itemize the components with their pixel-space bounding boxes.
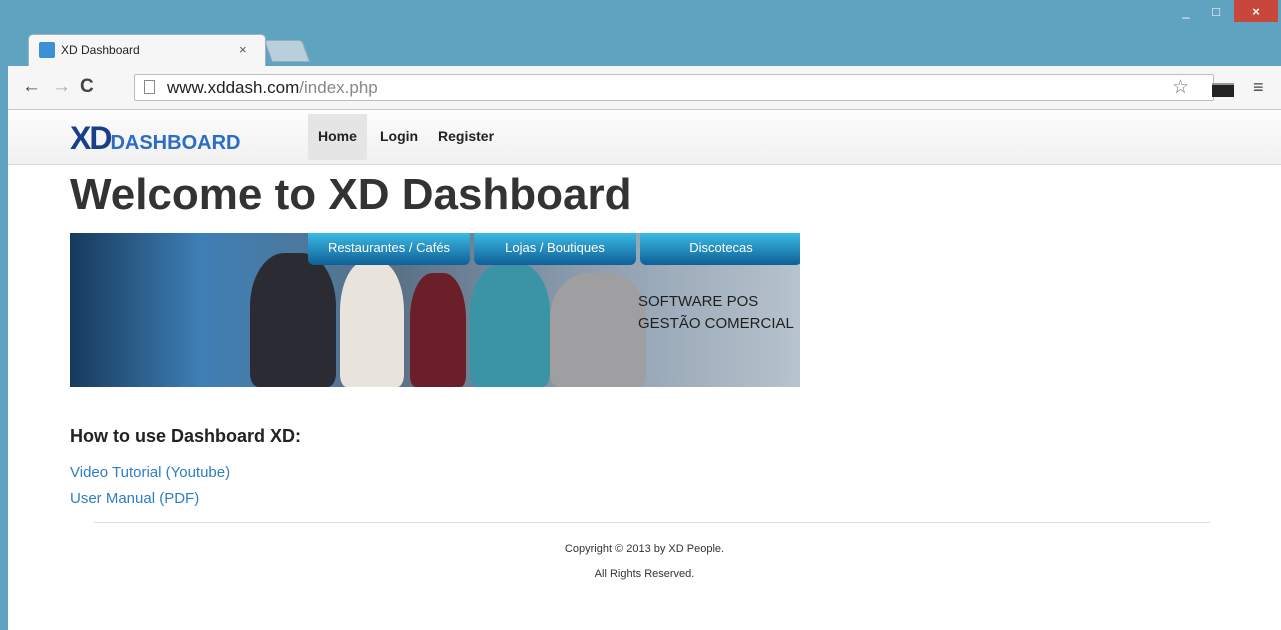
banner-tab-shops: Lojas / Boutiques bbox=[474, 233, 636, 265]
tab-title: XD Dashboard bbox=[61, 43, 140, 57]
back-icon[interactable]: ← bbox=[22, 76, 41, 98]
user-manual-link[interactable]: User Manual (PDF) bbox=[70, 490, 199, 507]
nav-home[interactable]: Home bbox=[308, 114, 367, 160]
site-logo[interactable]: XDDASHBOARD bbox=[70, 120, 240, 157]
banner-person-dj bbox=[550, 273, 646, 387]
close-tab-icon[interactable]: × bbox=[239, 42, 247, 57]
banner-slogan: SOFTWARE POS GESTÃO COMERCIAL bbox=[638, 291, 794, 335]
logo-text: DASHBOARD bbox=[110, 132, 241, 154]
page-viewport: XDDASHBOARD Home Login Register Welcome … bbox=[8, 110, 1281, 630]
page-title: Welcome to XD Dashboard bbox=[70, 170, 632, 219]
browser-tab-active[interactable]: XD Dashboard × bbox=[28, 34, 266, 66]
slogan-line-2: GESTÃO COMERCIAL bbox=[638, 315, 794, 332]
banner-tab-clubs: Discotecas bbox=[640, 233, 800, 265]
browser-window: _ □ × XD Dashboard × ← → C www.xddash.co… bbox=[0, 0, 1281, 630]
banner-person-waitress bbox=[410, 273, 466, 387]
slogan-line-1: SOFTWARE POS bbox=[638, 293, 759, 310]
new-tab-button[interactable] bbox=[263, 40, 311, 62]
promo-banner: Restaurantes / Cafés Lojas / Boutiques D… bbox=[70, 233, 800, 387]
url-text: www.xddash.com/index.php bbox=[167, 78, 378, 98]
page-icon bbox=[144, 80, 155, 94]
video-tutorial-link[interactable]: Video Tutorial (Youtube) bbox=[70, 464, 230, 481]
banner-tab-restaurants: Restaurantes / Cafés bbox=[308, 233, 470, 265]
url-host: www.xddash.com bbox=[167, 78, 300, 97]
url-path: /index.php bbox=[299, 78, 378, 97]
favicon-icon bbox=[39, 42, 55, 58]
browser-toolbar: ← → C www.xddash.com/index.php ☆ ≡ bbox=[8, 66, 1281, 110]
extension-icon[interactable] bbox=[1212, 83, 1234, 97]
footer-divider bbox=[94, 522, 1210, 523]
maximize-button[interactable]: □ bbox=[1202, 0, 1230, 22]
nav-login[interactable]: Login bbox=[370, 110, 428, 165]
bookmark-star-icon[interactable]: ☆ bbox=[1172, 76, 1189, 99]
forward-icon[interactable]: → bbox=[52, 76, 71, 98]
address-bar[interactable]: www.xddash.com/index.php bbox=[134, 74, 1214, 101]
howto-heading: How to use Dashboard XD: bbox=[70, 426, 302, 446]
menu-icon[interactable]: ≡ bbox=[1253, 77, 1264, 98]
banner-person-shopper bbox=[470, 263, 550, 387]
minimize-button[interactable]: _ bbox=[1172, 0, 1200, 22]
banner-person-businessman bbox=[250, 253, 336, 387]
footer-rights: All Rights Reserved. bbox=[594, 568, 695, 580]
banner-person-chef bbox=[340, 261, 404, 387]
nav-register[interactable]: Register bbox=[428, 110, 504, 165]
footer-copyright: Copyright © 2013 by XD People. bbox=[564, 543, 725, 555]
site-navbar: XDDASHBOARD Home Login Register bbox=[8, 110, 1281, 165]
close-window-button[interactable]: × bbox=[1234, 0, 1278, 22]
logo-xd: XD bbox=[70, 120, 112, 156]
reload-icon[interactable]: C bbox=[80, 76, 94, 98]
